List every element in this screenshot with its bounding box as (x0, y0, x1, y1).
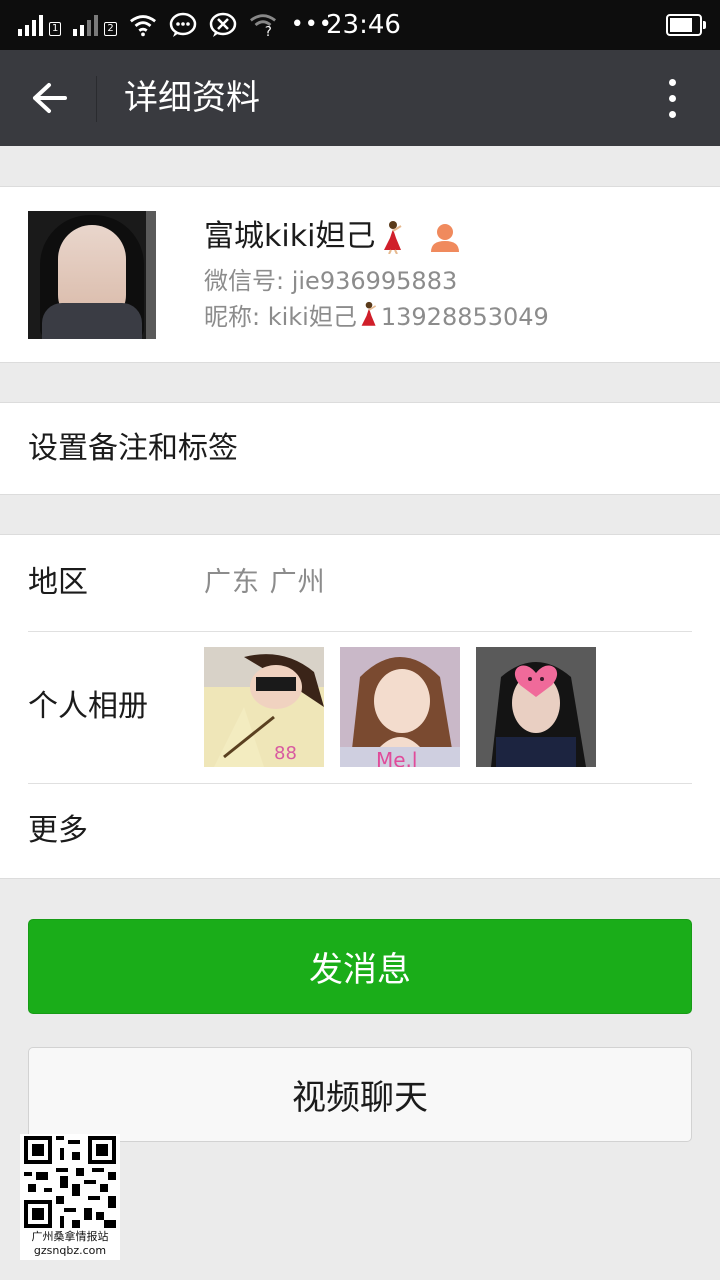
wechat-notification-icon (169, 11, 197, 39)
battery-icon (666, 14, 706, 36)
signal-sim2-icon: 2 (73, 14, 117, 36)
profile-name: 富城kiki妲己 (204, 219, 376, 254)
watermark-caption: 广州桑拿情报站 (31, 1230, 109, 1243)
wifi-unknown-icon: ? (249, 11, 277, 39)
missed-call-icon (209, 11, 237, 39)
watermark-qr: 广州桑拿情报站 gzsnqbz.com (20, 1134, 120, 1260)
profile-card: 富城kiki妲己 微信号: jie936995883 昵称: kiki妲己 139… (0, 186, 720, 363)
wifi-icon (129, 11, 157, 39)
dancer-emoji-icon (359, 301, 379, 329)
divider (28, 783, 692, 784)
dancer-emoji-icon (381, 220, 405, 255)
contact-person-icon (429, 221, 461, 253)
region-label: 地区 (28, 565, 88, 600)
qr-code-icon (24, 1136, 116, 1228)
more-label[interactable]: 更多 (28, 811, 88, 851)
back-button[interactable] (24, 74, 74, 122)
status-time: 23:46 (326, 10, 401, 40)
svg-text:Me.l: Me.l (376, 748, 417, 767)
status-bar: 1 2 ? ••• 23:46 (0, 0, 720, 50)
vertical-dots-icon (668, 78, 676, 86)
sim2-badge: 2 (104, 22, 117, 36)
watermark-url: gzsnqbz.com (33, 1244, 107, 1257)
video-chat-button[interactable]: 视频聊天 (28, 1047, 692, 1142)
album-photo-1[interactable]: 88 (204, 647, 324, 767)
album-label: 个人相册 (28, 689, 148, 724)
info-section: 地区 广东 广州 个人相册 88 Me.l 更多 (0, 534, 720, 879)
app-header: 详细资料 (0, 50, 720, 146)
svg-text:88: 88 (274, 743, 297, 764)
nickname-suffix: 13928853049 (380, 303, 549, 331)
remark-row[interactable]: 设置备注和标签 (0, 402, 720, 495)
arrow-left-icon (33, 83, 67, 113)
wechat-id: 微信号: jie936995883 (204, 267, 458, 295)
avatar[interactable] (28, 211, 156, 339)
signal-sim1-icon: 1 (18, 14, 62, 36)
nickname-line: 昵称: kiki妲己 13928853049 (204, 301, 549, 333)
send-message-button[interactable]: 发消息 (28, 919, 692, 1014)
menu-button[interactable] (650, 74, 694, 122)
page-title: 详细资料 (124, 78, 260, 118)
header-divider (96, 76, 97, 122)
remark-label: 设置备注和标签 (28, 431, 238, 466)
sim1-badge: 1 (49, 22, 62, 36)
divider (28, 631, 692, 632)
album-photo-3[interactable] (476, 647, 596, 767)
region-value: 广东 广州 (204, 567, 326, 598)
svg-text:?: ? (265, 25, 272, 38)
nickname-prefix: 昵称: kiki妲己 (204, 303, 357, 331)
album-photo-2[interactable]: Me.l (340, 647, 460, 767)
